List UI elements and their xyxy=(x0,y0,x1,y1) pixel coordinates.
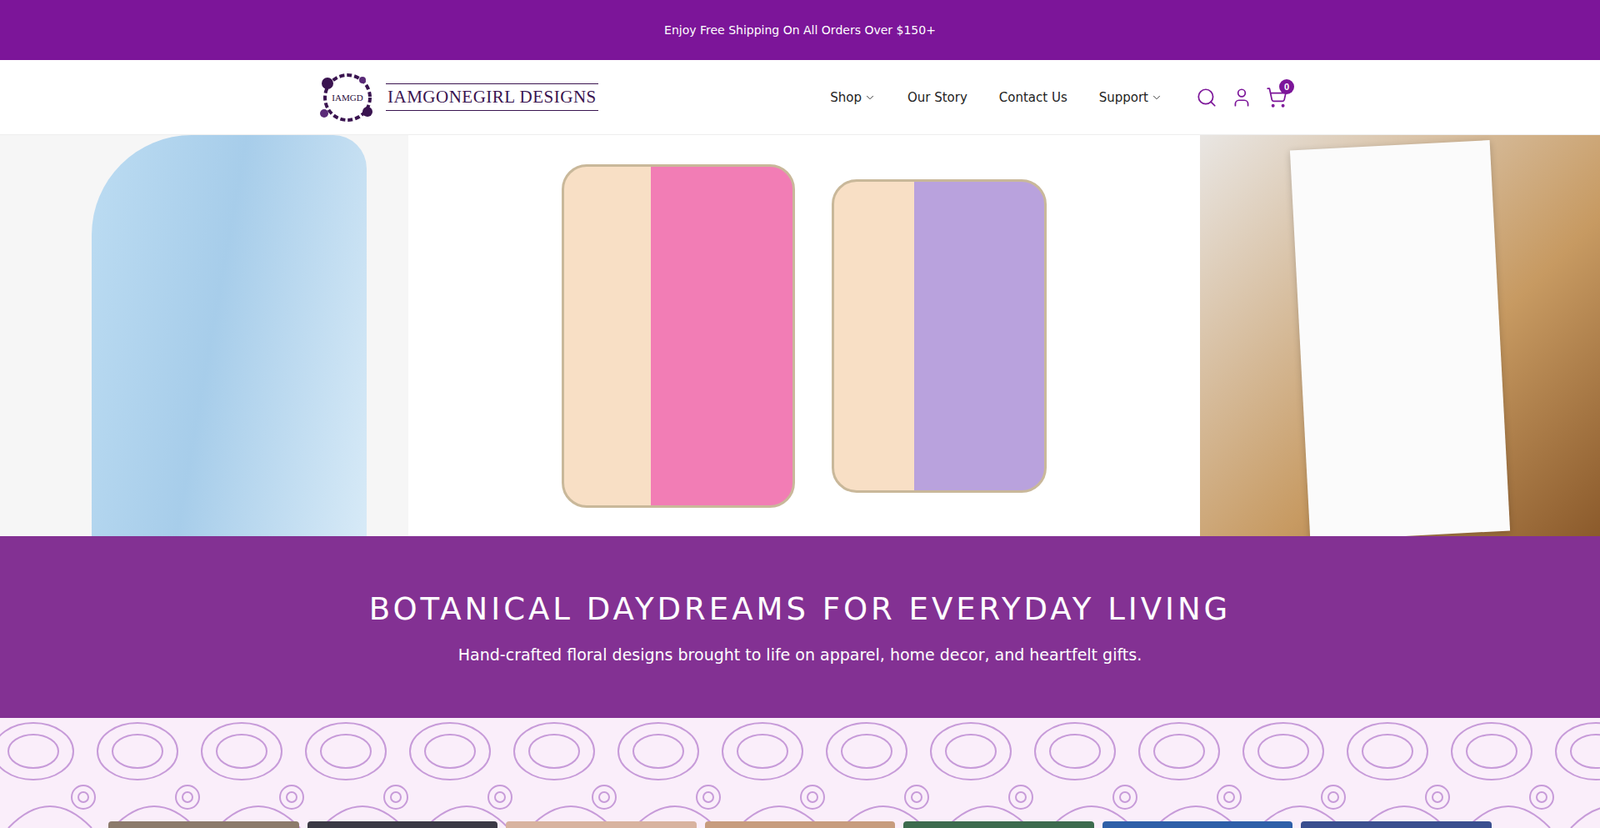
main-nav: Shop Our Story Contact Us Support xyxy=(830,90,1163,105)
leggings-photo xyxy=(0,135,409,536)
search-button[interactable] xyxy=(1195,86,1218,109)
logo-badge: IAMGD xyxy=(330,92,365,103)
banner-title: BOTANICAL DAYDREAMS FOR EVERYDAY LIVING xyxy=(369,590,1232,627)
nav-item[interactable]: Shop xyxy=(830,90,876,105)
cart-button[interactable]: 0 xyxy=(1265,86,1288,109)
category-card[interactable] xyxy=(108,820,300,828)
nav-item[interactable]: Contact Us xyxy=(999,90,1068,105)
category-card[interactable] xyxy=(903,820,1095,828)
logo[interactable]: IAMGD IAMGONEGIRL DESIGNS xyxy=(312,71,599,124)
logo-name: IAMGONEGIRL DESIGNS xyxy=(385,83,599,111)
announcement-text: Enjoy Free Shipping On All Orders Over $… xyxy=(664,23,936,37)
announcement-bar: Enjoy Free Shipping On All Orders Over $… xyxy=(0,0,1600,60)
account-button[interactable] xyxy=(1230,86,1253,109)
category-cards xyxy=(108,820,1492,828)
user-icon xyxy=(1230,86,1253,109)
category-card[interactable] xyxy=(1300,820,1492,828)
cart-count: 0 xyxy=(1279,79,1295,95)
logo-mark: IAMGD xyxy=(312,71,383,124)
chevron-down-icon xyxy=(864,91,876,104)
floral-pattern-icon xyxy=(0,717,1600,828)
hero-slider[interactable] xyxy=(0,135,1600,536)
category-card[interactable] xyxy=(1102,820,1294,828)
pattern-section xyxy=(0,717,1600,828)
category-card[interactable] xyxy=(705,820,896,828)
chevron-down-icon xyxy=(1150,91,1163,104)
site-header: IAMGD IAMGONEGIRL DESIGNS Shop Our Story Con… xyxy=(0,60,1600,135)
towel-photo xyxy=(1200,135,1600,536)
category-card[interactable] xyxy=(307,820,499,828)
nav-item[interactable]: Support xyxy=(1099,90,1163,105)
page: Enjoy Free Shipping On All Orders Over $… xyxy=(0,0,1600,828)
category-card[interactable] xyxy=(505,820,697,828)
search-icon xyxy=(1195,86,1218,109)
phone-cases-photo xyxy=(408,135,1200,536)
nav-item[interactable]: Our Story xyxy=(907,90,968,105)
hero-banner: BOTANICAL DAYDREAMS FOR EVERYDAY LIVING H… xyxy=(0,535,1600,718)
banner-subtitle: Hand-crafted floral designs brought to l… xyxy=(458,645,1142,664)
